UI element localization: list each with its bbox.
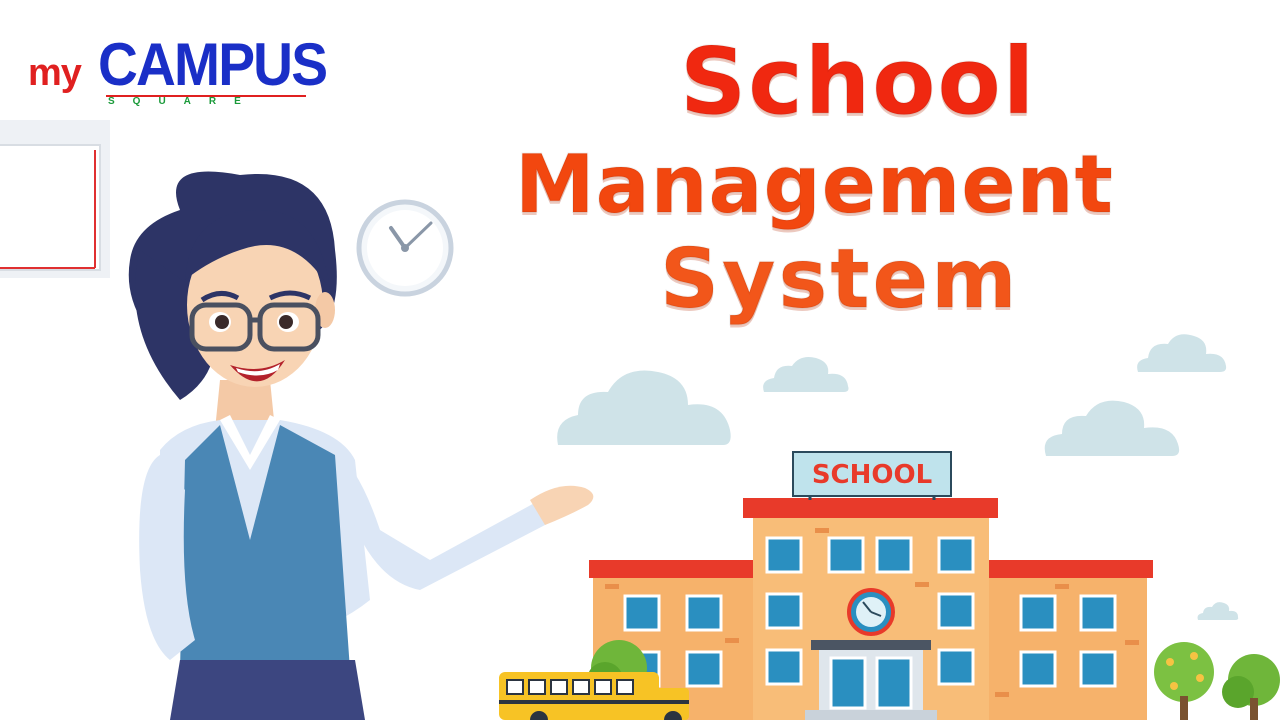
whiteboard [0, 120, 115, 280]
page-title-line-3: System [659, 231, 1020, 328]
whiteboard-frame [0, 120, 110, 278]
cloud-icon [1137, 334, 1227, 372]
teacher-illustration [128, 171, 594, 720]
page-title-line-1: School [679, 27, 1037, 136]
logo: my CAMPUS SQUARE [28, 30, 328, 115]
page-title-line-2: Management [514, 137, 1114, 232]
tree-icon [1154, 642, 1214, 720]
cloud-icon [1197, 602, 1239, 620]
tree-icon [1222, 654, 1280, 720]
school-sign-text: SCHOOL [812, 460, 932, 490]
cloud-icon [763, 357, 849, 392]
logo-square-text: SQUARE [108, 96, 259, 107]
logo-campus-text: CAMPUS [98, 31, 328, 98]
logo-my-text: my [28, 52, 82, 94]
